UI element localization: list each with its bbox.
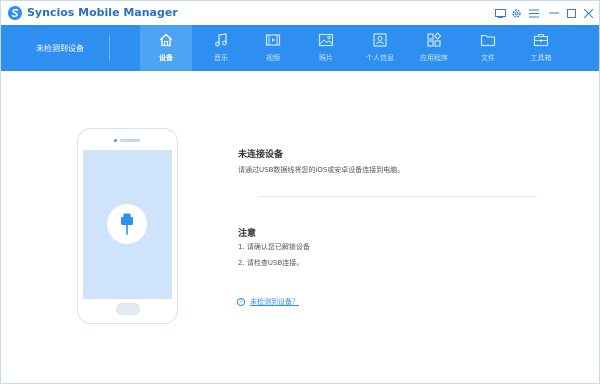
device-status: 未检测到设备 [36,43,84,53]
tab-label: 文件 [481,54,495,62]
music-icon [215,33,227,47]
feedback-icon[interactable] [492,5,508,21]
tab-label: 视频 [266,54,280,62]
title-bar: Syncios Mobile Manager [1,1,599,25]
close-icon[interactable] [580,5,596,21]
toolbox-icon [533,34,549,47]
section-divider [258,196,537,197]
help-link-text: 未检测到设备？ [250,298,299,306]
photo-icon [318,33,334,47]
device-not-detected-link[interactable]: i 未检测到设备？ [237,297,299,307]
nav-bar: 未检测到设备 设备 音乐 视频 照片 个人信息 应用程序 文件 工具箱 [1,25,599,71]
tab-apps[interactable]: 应用程序 [408,25,460,71]
tab-label: 音乐 [214,54,228,62]
info-icon: i [237,298,245,306]
home-icon [159,33,173,47]
tab-label: 设备 [159,54,173,62]
no-device-description: 请通过USB数据线将您的iOS或安卓设备连接到电脑。 [238,166,405,174]
phone-speaker [120,139,140,142]
no-device-title: 未连接设备 [238,150,284,160]
video-icon [265,34,281,46]
note-item: 2. 请检查USB连接。 [238,259,304,267]
phone-illustration [77,128,178,324]
contact-icon [373,33,387,47]
tab-files[interactable]: 文件 [462,25,514,71]
app-title: Syncios Mobile Manager [27,6,178,19]
tab-label: 照片 [319,54,333,62]
minimize-icon[interactable] [546,5,562,21]
phone-camera [114,139,117,142]
phone-screen [83,150,172,299]
tab-toolbox[interactable]: 工具箱 [515,25,567,71]
tab-personal-info[interactable]: 个人信息 [354,25,406,71]
app-window: Syncios Mobile Manager 未检测到设备 设备 音乐 视频 照… [0,0,600,384]
note-item: 1. 请确认您已解锁设备 [238,243,310,251]
tab-label: 工具箱 [530,54,552,62]
apps-icon [427,32,442,47]
tab-label: 应用程序 [420,54,448,62]
maximize-icon[interactable] [563,5,579,21]
tab-music[interactable]: 音乐 [195,25,247,71]
usb-plug-icon [107,204,147,244]
nav-divider [109,35,110,61]
settings-icon[interactable] [508,5,524,21]
tab-label: 个人信息 [366,54,394,62]
app-logo-icon [8,6,22,20]
tab-photo[interactable]: 照片 [300,25,352,71]
phone-home-button [116,303,140,315]
note-title: 注意 [238,229,257,239]
menu-icon[interactable] [526,5,542,21]
tab-device[interactable]: 设备 [140,25,192,71]
tab-video[interactable]: 视频 [247,25,299,71]
folder-icon [480,34,496,47]
